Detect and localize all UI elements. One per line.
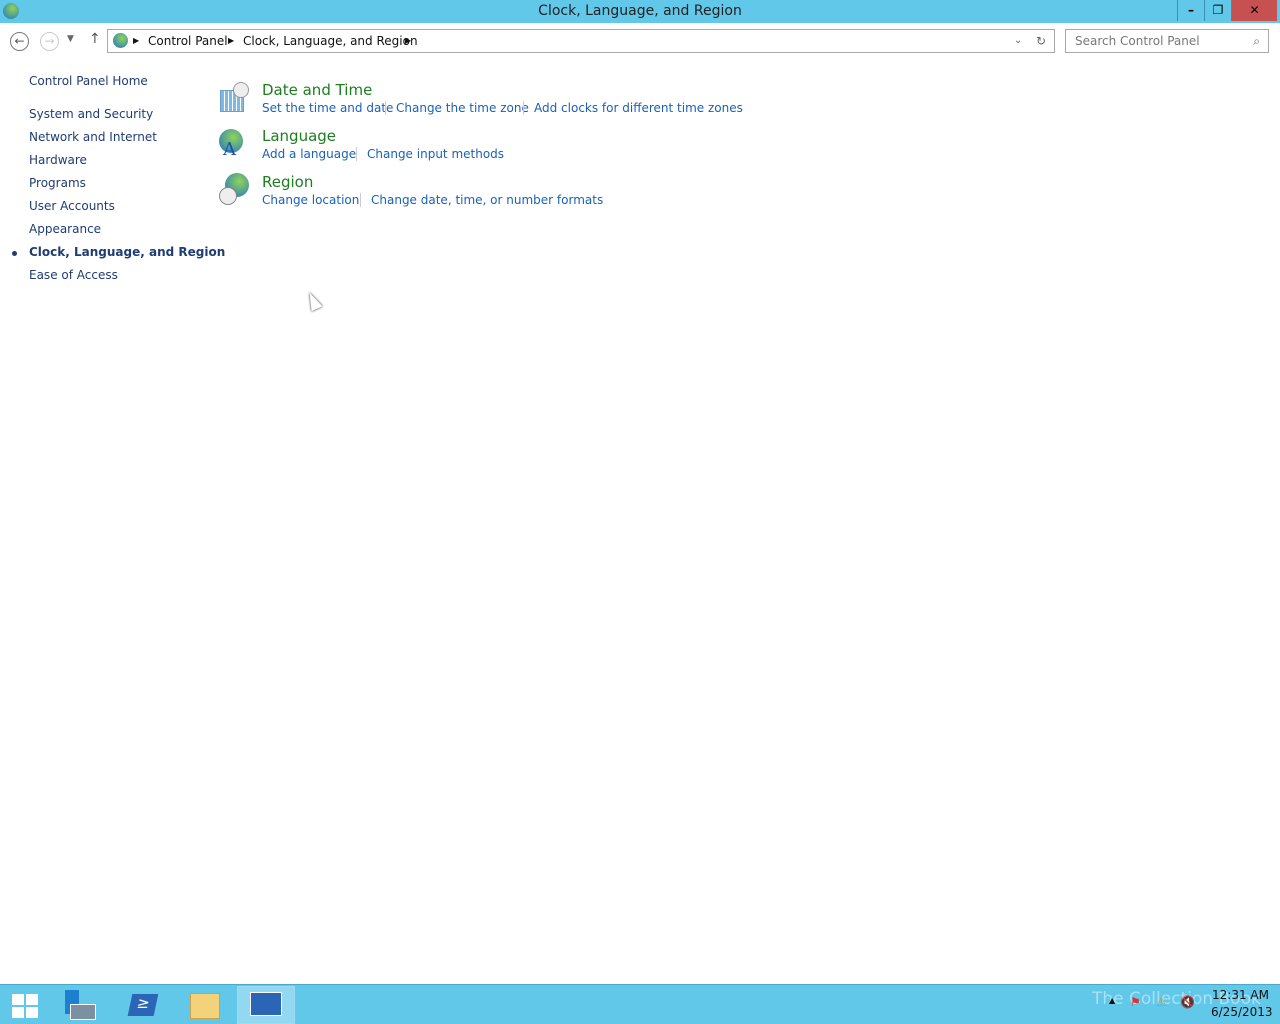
address-bar[interactable]: ▶ Control Panel ▶ Clock, Language, and R…: [107, 29, 1055, 53]
recent-pages-dropdown[interactable]: ▼: [67, 34, 74, 44]
sidebar-item-programs[interactable]: Programs: [29, 176, 86, 190]
clock-time[interactable]: 12:31 AM: [1212, 988, 1269, 1002]
control-panel-icon: [113, 33, 128, 48]
language-globe-icon: A: [219, 127, 251, 160]
mouse-cursor: [304, 289, 323, 312]
search-placeholder: Search Control Panel: [1075, 34, 1200, 48]
action-center-flag-icon[interactable]: ⚑: [1130, 995, 1141, 1009]
taskbar-file-explorer[interactable]: [176, 986, 234, 1024]
volume-muted-icon[interactable]: 🔇: [1180, 995, 1195, 1009]
sidebar-item-system-and-security[interactable]: System and Security: [29, 107, 153, 121]
breadcrumb-control-panel[interactable]: Control Panel: [148, 30, 228, 52]
search-input[interactable]: Search Control Panel ⌕: [1065, 29, 1269, 53]
control-panel-icon: [250, 992, 282, 1016]
start-icon: [12, 994, 38, 1018]
refresh-icon[interactable]: ↻: [1036, 30, 1046, 52]
file-explorer-icon: [190, 993, 220, 1019]
back-button[interactable]: ←: [10, 32, 29, 51]
sidebar-item-hardware[interactable]: Hardware: [29, 153, 87, 167]
sidebar-item-control-panel-home[interactable]: Control Panel Home: [29, 74, 148, 88]
forward-button[interactable]: →: [40, 32, 59, 51]
breadcrumb-arrow-icon[interactable]: ▶: [133, 30, 139, 52]
link-divider: [385, 101, 386, 115]
taskbar-powershell[interactable]: ≥: [114, 986, 172, 1024]
network-warning-icon[interactable]: ⚠: [1156, 995, 1167, 1009]
link-change-formats[interactable]: Change date, time, or number formats: [371, 193, 603, 207]
category-title-region[interactable]: Region: [262, 173, 313, 191]
title-bar: Clock, Language, and Region – ❐ ✕: [0, 0, 1280, 23]
calendar-clock-icon: [219, 82, 251, 114]
breadcrumb-current[interactable]: Clock, Language, and Region: [243, 30, 418, 52]
navigation-bar: ← → ▼ ↑ ▶ Control Panel ▶ Clock, Languag…: [0, 28, 1280, 54]
link-add-clocks[interactable]: Add clocks for different time zones: [534, 101, 743, 115]
sidebar-item-user-accounts[interactable]: User Accounts: [29, 199, 115, 213]
link-change-location[interactable]: Change location: [262, 193, 359, 207]
window-title: Clock, Language, and Region: [538, 3, 742, 19]
close-button[interactable]: ✕: [1231, 0, 1277, 21]
taskbar: ≥ The Collection Book ▲ ⚑ ⚠ 🔇 12:31 AM 6…: [0, 984, 1280, 1024]
link-change-time-zone[interactable]: Change the time zone: [396, 101, 529, 115]
link-add-language[interactable]: Add a language: [262, 147, 356, 161]
up-button[interactable]: ↑: [89, 31, 101, 47]
category-title-date-and-time[interactable]: Date and Time: [262, 81, 372, 99]
sidebar-item-ease-of-access[interactable]: Ease of Access: [29, 268, 118, 282]
link-divider: [360, 193, 361, 207]
sidebar-item-network-and-internet[interactable]: Network and Internet: [29, 130, 157, 144]
link-divider: [356, 147, 357, 161]
breadcrumb-arrow-icon[interactable]: ▶: [228, 30, 234, 52]
region-globe-clock-icon: [219, 173, 251, 205]
restore-button[interactable]: ❐: [1204, 0, 1231, 21]
link-change-input-methods[interactable]: Change input methods: [367, 147, 504, 161]
sidebar-item-appearance[interactable]: Appearance: [29, 222, 101, 236]
link-set-time-and-date[interactable]: Set the time and date: [262, 101, 393, 115]
start-button[interactable]: [0, 986, 58, 1024]
show-hidden-icons-button[interactable]: ▲: [1109, 996, 1115, 1005]
sidebar-item-clock-language-region[interactable]: Clock, Language, and Region: [29, 245, 225, 259]
current-item-bullet-icon: [12, 251, 17, 256]
breadcrumb-arrow-icon[interactable]: ▶: [405, 30, 411, 52]
category-title-language[interactable]: Language: [262, 127, 336, 145]
taskbar-server-manager[interactable]: [52, 986, 110, 1024]
taskbar-control-panel[interactable]: [237, 986, 295, 1024]
powershell-icon: ≥: [127, 994, 159, 1016]
search-icon[interactable]: ⌕: [1253, 30, 1260, 52]
address-history-dropdown-icon[interactable]: ⌄: [1014, 30, 1022, 52]
clock-date[interactable]: 6/25/2013: [1211, 1005, 1273, 1019]
minimize-button[interactable]: –: [1177, 0, 1204, 21]
link-divider: [523, 101, 524, 115]
